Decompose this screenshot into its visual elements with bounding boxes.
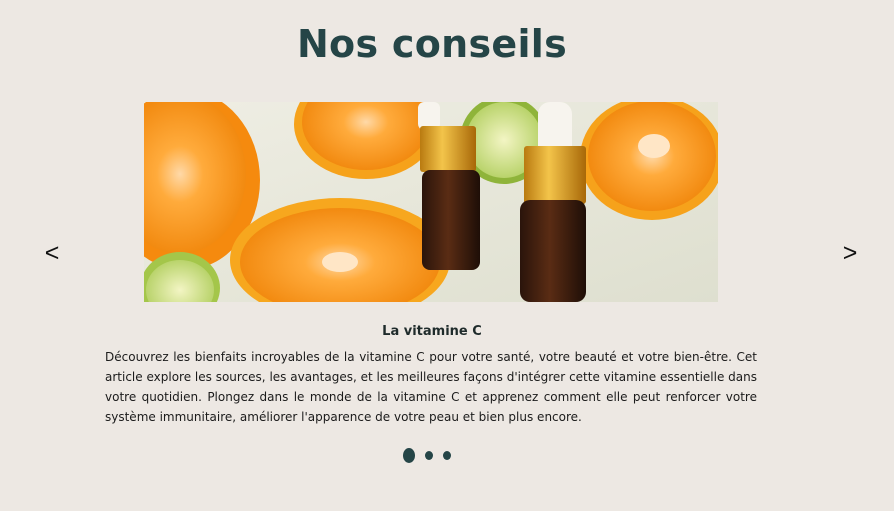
carousel-dot-1[interactable] [403, 448, 415, 463]
carousel-next-button[interactable]: > [838, 236, 862, 270]
carousel-dot-2[interactable] [425, 451, 433, 460]
carousel-dot-3[interactable] [443, 451, 451, 460]
page-title: Nos conseils [296, 22, 568, 66]
carousel-prev-button[interactable]: < [40, 236, 64, 270]
slide-title: La vitamine C [382, 324, 482, 339]
slide-description: Découvrez les bienfaits incroyables de l… [105, 350, 757, 424]
carousel-pagination [403, 448, 451, 463]
slide-image [144, 102, 718, 302]
